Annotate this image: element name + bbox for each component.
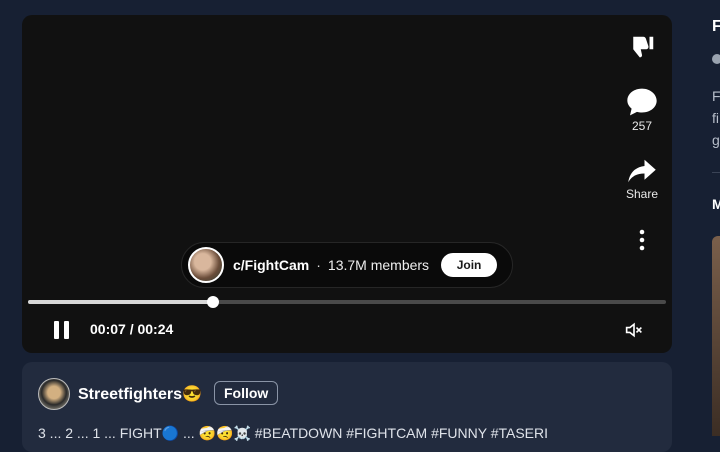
pause-icon [54,321,59,339]
share-button[interactable]: Share [617,157,667,201]
dislike-button[interactable] [617,33,667,63]
follow-button[interactable]: Follow [214,381,279,405]
community-name[interactable]: c/FightCam [233,257,309,273]
community-pill[interactable]: c/FightCam · 13.7M members Join [181,242,513,288]
sidebar-text: F fi g [712,88,720,148]
comments-count: 257 [631,119,653,133]
dislike-icon [632,36,654,58]
post-card: Streetfighters😎 Follow 3 ... 2 ... 1 ...… [22,362,672,452]
progress-handle[interactable] [207,296,220,308]
separator: · [316,257,321,273]
sidebar-subtitle: M [712,196,720,212]
mute-button[interactable] [624,321,644,344]
join-button[interactable]: Join [441,253,498,277]
time-display: 00:07 / 00:24 [90,321,174,337]
comment-icon [627,88,657,116]
share-label: Share [625,187,659,201]
avatar[interactable] [38,378,70,410]
sidebar-avatar [712,54,720,64]
share-icon [628,159,656,183]
more-options-button[interactable] [617,229,667,251]
more-icon [639,229,645,251]
pause-button[interactable] [54,321,70,339]
post-text: 3 ... 2 ... 1 ... FIGHT🔵 ... 🤕🤕☠️ #BEATD… [38,425,549,441]
sidebar-divider [712,172,720,173]
muted-icon [625,322,642,338]
video-player[interactable]: 257 Share c/FightCam · 13.7M members Joi… [22,15,672,353]
sidebar-thumbnail[interactable] [712,236,720,436]
post-username[interactable]: Streetfighters😎 [78,384,202,404]
progress-fill [28,300,214,304]
video-actions: 257 Share [617,15,667,275]
community-avatar [188,247,224,283]
sidebar-title: F [712,18,720,35]
progress-bar[interactable] [28,296,666,308]
comments-button[interactable]: 257 [617,87,667,133]
community-members: 13.7M members [327,257,430,273]
